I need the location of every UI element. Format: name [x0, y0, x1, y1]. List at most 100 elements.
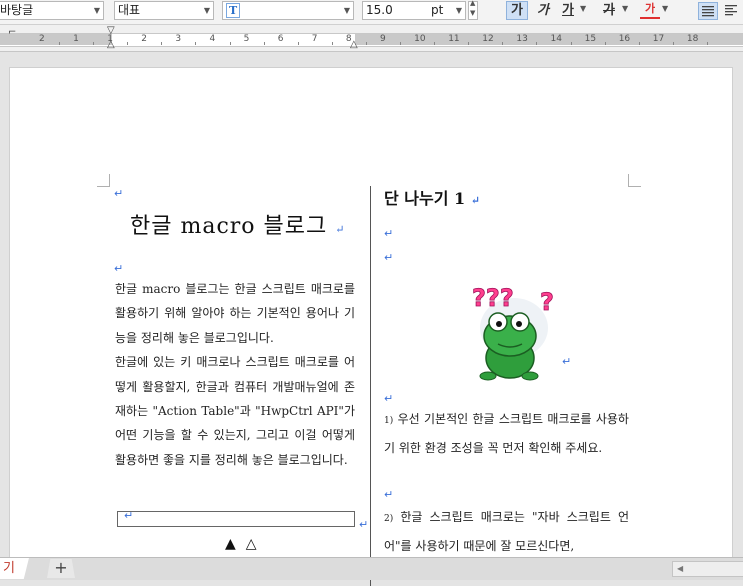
paragraph-mark: ↵ — [335, 223, 346, 236]
ruler-number: 17 — [652, 34, 665, 44]
chevron-down-icon: ▼ — [203, 6, 210, 15]
paragraph-mark: ↵ — [562, 355, 572, 368]
ruler-number: 13 — [516, 34, 528, 44]
ruler-number: 2 — [39, 34, 45, 44]
ruler-tab-marker-icon[interactable]: ⌐ — [8, 27, 16, 38]
document-title-text: 한글 macro 블로그 — [130, 214, 328, 239]
chevron-down-icon: ▼ — [343, 6, 350, 15]
footnote-paragraph-1[interactable]: 1) 우선 기본적인 한글 스크립트 매크로를 사용하기 위한 환경 조성을 꼭… — [384, 406, 629, 462]
document-area: ↵ 한글 macro 블로그 ↵ ↵ 한글 macro 블로그는 한글 스크립트… — [0, 52, 743, 586]
scroll-left-icon[interactable]: ◀ — [677, 562, 683, 576]
font-language-select[interactable]: 바탕글 ▼ — [0, 1, 104, 20]
ruler-tick — [570, 42, 572, 45]
right-indent-icon[interactable]: △ — [350, 39, 358, 50]
add-tab-button[interactable]: + — [47, 559, 75, 578]
font-type-icon: T — [226, 3, 241, 18]
horizontal-ruler[interactable]: 2 1 1 2 3 4 5 6 7 8 9 10 11 12 13 14 15 16 17 18 ⌐ ▽ △ △ — [0, 25, 743, 52]
partial-shape-icon: ▲△ — [225, 536, 267, 552]
paragraph-mark: ↵ — [359, 518, 369, 531]
ruler-tick — [434, 42, 436, 45]
footnote-number: 1) — [384, 416, 394, 426]
paragraph-mark: ↵ — [384, 488, 394, 501]
column-divider — [370, 186, 371, 586]
ruler-tick — [468, 42, 470, 45]
detail-paragraph: 한글에 있는 키 매크로나 스크립트 매크로를 어떻게 활용할지, 한글과 컴퓨… — [115, 355, 355, 467]
font-color-icon: 가 — [644, 2, 656, 15]
chevron-down-icon: ▼ — [455, 6, 462, 15]
ruler-number: 16 — [618, 34, 631, 44]
bold-button[interactable]: 가 — [506, 1, 528, 20]
footnote-text: 우선 기본적인 한글 스크립트 매크로를 사용하기 위한 환경 조성을 꼭 먼저… — [384, 412, 629, 455]
chevron-down-icon[interactable]: ▼ — [662, 4, 668, 13]
ruler-tick — [331, 42, 333, 45]
strikethrough-button[interactable]: 가 — [598, 1, 620, 20]
ruler-tick — [672, 42, 674, 45]
footnote-text: 한글 스크립트 매크로는 "자바 스크립트 언어"를 사용하기 때문에 잘 모르… — [384, 510, 629, 553]
ruler-tick — [638, 42, 640, 45]
chevron-down-icon: ▼ — [93, 6, 100, 15]
ruler-number: 4 — [209, 34, 216, 44]
ruler-number: 6 — [277, 34, 284, 44]
document-tab-label: 기 — [3, 561, 15, 576]
intro-paragraph: 한글 macro 블로그는 한글 스크립트 매크로를 활용하기 위해 알아야 하… — [115, 282, 355, 345]
horizontal-scrollbar[interactable]: ◀ — [672, 561, 743, 577]
column-title: 단 나누기 1 ↵ — [384, 185, 480, 209]
formatting-toolbar: 바탕글 ▼ 대표 ▼ T ▼ 15.0 pt ▼ ▲ ▼ 가 가 가 ▼ 가 ▼… — [0, 0, 743, 25]
align-left-button[interactable] — [722, 2, 742, 20]
text-box-line[interactable]: ↵ — [117, 509, 355, 527]
stepper-down-icon[interactable]: ▼ — [470, 9, 475, 17]
italic-icon: 가 — [537, 3, 549, 18]
document-title: 한글 macro 블로그 ↵ — [130, 208, 345, 240]
document-tab[interactable]: 기 — [0, 558, 29, 579]
first-line-indent-icon[interactable]: ▽ — [107, 25, 115, 36]
ruler-number: 9 — [380, 34, 386, 44]
ruler-number: 18 — [686, 34, 699, 44]
ruler-tick — [229, 42, 231, 45]
font-color-button[interactable]: 가 — [640, 1, 660, 19]
chevron-down-icon[interactable]: ▼ — [580, 4, 586, 13]
left-indent-icon[interactable]: △ — [107, 39, 115, 50]
ruler-tick — [365, 42, 367, 45]
ruler-tick — [400, 42, 402, 45]
font-size-stepper[interactable]: ▲ ▼ — [468, 0, 478, 20]
ruler-tick — [93, 42, 95, 45]
document-page[interactable]: ↵ 한글 macro 블로그 ↵ ↵ 한글 macro 블로그는 한글 스크립트… — [9, 67, 733, 586]
question-marks: ??? — [472, 284, 514, 312]
paragraph-mark: ↵ — [384, 251, 394, 264]
ruler-number: 1 — [73, 34, 79, 44]
left-column-body[interactable]: 한글 macro 블로그는 한글 스크립트 매크로를 활용하기 위해 알아야 하… — [115, 277, 355, 472]
ruler-tick — [502, 42, 504, 45]
ruler-number: 12 — [482, 34, 494, 44]
ruler-tick — [195, 42, 197, 45]
ruler-tick — [706, 42, 708, 45]
font-size-unit: pt — [431, 3, 444, 17]
ruler-left-margin — [0, 34, 112, 45]
ruler-number: 15 — [584, 34, 597, 44]
font-language-value: 바탕글 — [0, 3, 34, 17]
confused-frog-image: ??? ? — [472, 284, 554, 381]
italic-button[interactable]: 가 — [533, 1, 553, 20]
ruler-number: 7 — [311, 34, 318, 44]
font-face-select[interactable]: T ▼ — [222, 1, 354, 20]
paragraph-mark: ↵ — [124, 509, 134, 522]
align-justify-button[interactable] — [698, 2, 718, 20]
ruler-tick — [161, 42, 163, 45]
stepper-up-icon[interactable]: ▲ — [470, 0, 475, 7]
ruler-tick — [59, 42, 61, 45]
align-left-icon — [725, 5, 737, 16]
strike-icon: 가 — [603, 3, 615, 18]
chevron-down-icon[interactable]: ▼ — [622, 4, 628, 13]
bold-icon: 가 — [511, 3, 523, 18]
footnote-paragraph-2[interactable]: 2) 한글 스크립트 매크로는 "자바 스크립트 언어"를 사용하기 때문에 잘… — [384, 504, 629, 560]
margin-corner-mark — [628, 174, 641, 187]
margin-corner-mark — [97, 174, 110, 187]
underline-button[interactable]: 가 — [557, 1, 579, 20]
ruler-number: 14 — [550, 34, 562, 44]
paragraph-mark: ↵ — [470, 194, 480, 207]
paragraph-mark: ↵ — [384, 227, 394, 240]
font-size-input[interactable]: 15.0 pt ▼ — [362, 1, 466, 20]
style-select[interactable]: 대표 ▼ — [114, 1, 214, 20]
ruler-number: 5 — [243, 34, 250, 44]
ruler-tick — [263, 42, 265, 45]
ruler-tick — [297, 42, 299, 45]
